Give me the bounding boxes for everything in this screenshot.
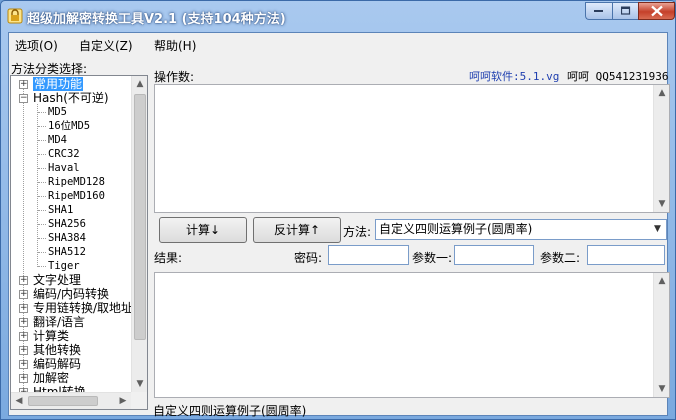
tree-item-crc32[interactable]: CRC32 bbox=[48, 147, 80, 161]
tree-item-calc[interactable]: 计算类 bbox=[33, 329, 69, 343]
tree-connector bbox=[38, 196, 46, 197]
expand-icon[interactable]: + bbox=[19, 332, 28, 341]
expand-icon[interactable]: + bbox=[19, 290, 28, 299]
tree-connector bbox=[38, 168, 46, 169]
method-tree[interactable]: + 常用功能 − Hash(不可逆) MD5 16位MD5 MD4 CRC32 … bbox=[10, 75, 148, 410]
tree-item-ripemd128[interactable]: RipeMD128 bbox=[48, 175, 105, 189]
operand-textarea[interactable]: ▲ ▼ bbox=[154, 84, 670, 213]
tree-connector bbox=[38, 224, 46, 225]
param1-label: 参数一: bbox=[412, 251, 453, 265]
calculate-button[interactable]: 计算↓ bbox=[159, 217, 247, 243]
scroll-down-icon[interactable]: ▼ bbox=[654, 381, 670, 397]
tree-item-links[interactable]: 专用链转换/取地址 bbox=[33, 301, 133, 315]
tree-connector bbox=[38, 238, 46, 239]
param2-input[interactable] bbox=[587, 245, 665, 265]
tree-item-encoding[interactable]: 编码/内码转换 bbox=[33, 287, 109, 301]
tree-connector bbox=[38, 182, 46, 183]
param2-label: 参数二: bbox=[540, 251, 581, 265]
method-value: 自定义四则运算例子(圆周率) bbox=[379, 222, 533, 236]
tree-vertical-scrollbar[interactable]: ▲ ▼ bbox=[131, 76, 147, 392]
scrollbar-corner bbox=[131, 392, 147, 409]
password-input[interactable] bbox=[328, 245, 409, 265]
title-bar[interactable]: 超级加解密转换工具V2.1 (支持104种方法) bbox=[1, 1, 675, 32]
client-area: 选项(O) 自定义(Z) 帮助(H) 方法分类选择: + 常用功能 − Hash… bbox=[8, 32, 670, 418]
result-label: 结果: bbox=[154, 251, 183, 265]
scroll-down-icon[interactable]: ▼ bbox=[654, 196, 670, 212]
expand-icon[interactable]: + bbox=[19, 346, 28, 355]
password-label: 密码: bbox=[294, 251, 323, 265]
scroll-up-icon[interactable]: ▲ bbox=[132, 76, 147, 92]
result-textarea[interactable]: ▲ ▼ bbox=[154, 272, 670, 398]
chevron-down-icon[interactable]: ▼ bbox=[649, 220, 666, 239]
close-icon bbox=[650, 5, 663, 17]
tree-item-text[interactable]: 文字处理 bbox=[33, 273, 81, 287]
minimize-button[interactable] bbox=[585, 2, 612, 20]
scroll-down-icon[interactable]: ▼ bbox=[132, 376, 147, 392]
tree-item-hash[interactable]: Hash(不可逆) bbox=[33, 91, 109, 105]
tree-connector bbox=[38, 252, 46, 253]
maximize-icon bbox=[620, 6, 630, 15]
tree-connector bbox=[38, 126, 46, 127]
scrollbar-thumb[interactable] bbox=[134, 94, 146, 340]
tree-item-common[interactable]: 常用功能 bbox=[33, 77, 84, 91]
scroll-left-icon[interactable]: ◀ bbox=[11, 393, 27, 409]
tree-horizontal-scrollbar[interactable]: ◀ ▶ bbox=[11, 392, 131, 409]
expand-icon[interactable]: + bbox=[19, 374, 28, 383]
app-icon bbox=[7, 8, 23, 24]
menu-bar: 选项(O) 自定义(Z) 帮助(H) bbox=[9, 33, 667, 55]
scroll-right-icon[interactable]: ▶ bbox=[115, 393, 131, 409]
operand-scrollbar[interactable]: ▲ ▼ bbox=[653, 85, 669, 212]
expand-icon[interactable]: + bbox=[19, 304, 28, 313]
tree-item-translate[interactable]: 翻译/语言 bbox=[33, 315, 85, 329]
operand-label: 操作数: bbox=[154, 70, 195, 84]
tree-connector bbox=[38, 266, 46, 267]
tree-connector bbox=[37, 104, 38, 267]
scroll-up-icon[interactable]: ▲ bbox=[654, 273, 670, 289]
tree-item-md5[interactable]: MD5 bbox=[48, 105, 67, 119]
param1-input[interactable] bbox=[454, 245, 534, 265]
expand-icon[interactable]: + bbox=[19, 318, 28, 327]
tree-item-md5-16[interactable]: 16位MD5 bbox=[48, 119, 90, 133]
expand-icon[interactable]: + bbox=[19, 360, 28, 369]
method-label: 方法: bbox=[343, 225, 372, 239]
scroll-up-icon[interactable]: ▲ bbox=[654, 85, 670, 101]
tree-item-ripemd160[interactable]: RipeMD160 bbox=[48, 189, 105, 203]
method-select[interactable]: 自定义四则运算例子(圆周率) ▼ bbox=[375, 219, 667, 240]
tree-item-codec[interactable]: 编码解码 bbox=[33, 357, 81, 371]
app-window: 超级加解密转换工具V2.1 (支持104种方法) 选项(O) 自定义(Z) 帮助… bbox=[0, 0, 676, 420]
tree-item-other[interactable]: 其他转换 bbox=[33, 343, 81, 357]
tree-item-sha512[interactable]: SHA512 bbox=[48, 245, 86, 259]
close-button[interactable] bbox=[638, 2, 675, 20]
tree-item-md4[interactable]: MD4 bbox=[48, 133, 67, 147]
tree-item-sha256[interactable]: SHA256 bbox=[48, 217, 86, 231]
status-text: 自定义四则运算例子(圆周率) bbox=[153, 404, 307, 418]
tree-item-crypto[interactable]: 加解密 bbox=[33, 371, 69, 385]
collapse-icon[interactable]: − bbox=[19, 94, 28, 103]
minimize-icon bbox=[594, 10, 603, 12]
expand-icon[interactable]: + bbox=[19, 276, 28, 285]
tree-item-haval[interactable]: Haval bbox=[48, 161, 80, 175]
tree-item-sha1[interactable]: SHA1 bbox=[48, 203, 73, 217]
menu-custom[interactable]: 自定义(Z) bbox=[79, 37, 133, 54]
tree-connector bbox=[38, 140, 46, 141]
tree-connector bbox=[38, 112, 46, 113]
window-title: 超级加解密转换工具V2.1 (支持104种方法) bbox=[27, 12, 286, 27]
tree-item-tiger[interactable]: Tiger bbox=[48, 259, 80, 273]
vendor-link[interactable]: 呵呵软件:5.1.vg bbox=[469, 68, 559, 84]
tree-connector bbox=[38, 210, 46, 211]
scrollbar-thumb[interactable] bbox=[28, 396, 98, 406]
menu-options[interactable]: 选项(O) bbox=[15, 37, 58, 54]
reverse-calculate-button[interactable]: 反计算↑ bbox=[253, 217, 341, 243]
result-scrollbar[interactable]: ▲ ▼ bbox=[653, 273, 669, 397]
menu-help[interactable]: 帮助(H) bbox=[154, 37, 196, 54]
tree-connector bbox=[38, 154, 46, 155]
tree-item-sha384[interactable]: SHA384 bbox=[48, 231, 86, 245]
expand-icon[interactable]: + bbox=[19, 80, 28, 89]
maximize-button[interactable] bbox=[612, 2, 638, 20]
vendor-contact: 呵呵 QQ541231936 bbox=[567, 70, 669, 83]
